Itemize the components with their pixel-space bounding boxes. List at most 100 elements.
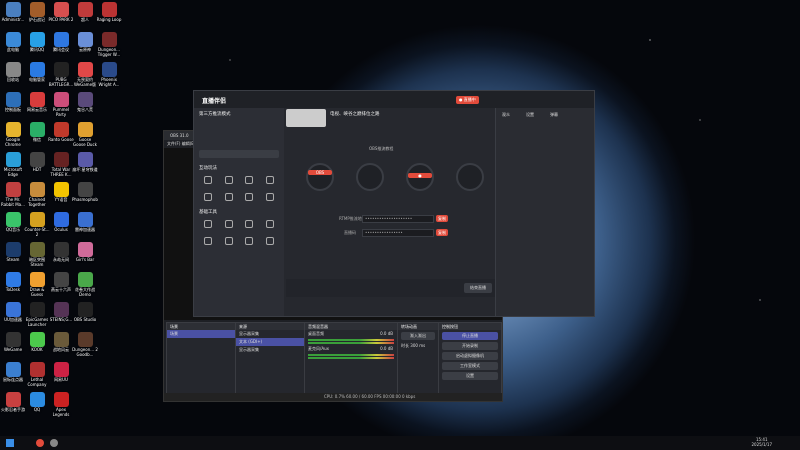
desktop-icon[interactable]: KOOK <box>24 332 50 362</box>
desktop-icon[interactable]: Raging Loop <box>96 2 122 32</box>
tool-icon[interactable] <box>240 191 259 206</box>
add-source-button[interactable] <box>199 150 279 158</box>
tool-icon[interactable] <box>220 191 239 206</box>
tool-icon[interactable] <box>199 218 218 233</box>
desktop-icon[interactable]: WeGame <box>0 332 26 362</box>
desktop-icon[interactable]: 腾讯QQ <box>24 32 50 62</box>
virtual-camera-button[interactable]: 启动虚拟摄像机 <box>442 352 498 360</box>
desktop-icon[interactable]: 网易UU <box>48 362 74 392</box>
desktop-icon[interactable]: 燕云十六声 <box>48 272 74 302</box>
audio-meter <box>308 354 394 356</box>
desktop-icon[interactable]: 鬼谷八荒 <box>72 92 98 122</box>
obs-taskbar-icon[interactable] <box>50 439 58 447</box>
duration-row[interactable]: 时长 300 ms <box>398 342 438 350</box>
tool-icon[interactable] <box>261 218 280 233</box>
desktop-icon[interactable]: Draw & Guess <box>24 272 50 302</box>
desktop-icon[interactable]: Chained Together <box>24 182 50 212</box>
desktop-icon[interactable]: 雷神加速器 <box>72 212 98 242</box>
desktop-icon[interactable]: PICO PARK 2 <box>48 2 74 32</box>
desktop-icon[interactable]: ToDesk <box>0 272 26 302</box>
desktop-icon[interactable]: 花卷大作战 Demo <box>72 272 98 302</box>
tool-icon[interactable] <box>240 218 259 233</box>
desktop-icon[interactable]: Counter-St... 2 <box>24 212 50 242</box>
desktop-icon[interactable]: Administr... <box>0 2 26 32</box>
desktop-icon[interactable]: EpicGames Launcher <box>24 302 50 332</box>
desktop-icon[interactable]: Girl's Bar <box>72 242 98 272</box>
desktop-icon[interactable]: QQ <box>24 392 50 422</box>
app-icon <box>5 62 21 77</box>
source-item[interactable]: 显示器采集 <box>236 346 304 354</box>
source-item[interactable]: 文本 (GDI+) <box>236 338 304 346</box>
key-input[interactable]: •••••••••••••••• <box>362 229 434 237</box>
tool-icon[interactable] <box>240 174 259 189</box>
desktop-icon[interactable]: 电脑管家 <box>24 62 50 92</box>
desktop-icon[interactable]: Goose Goose Duck <box>72 122 98 152</box>
desktop-icon[interactable]: 崩坏:星穹铁道 <box>72 152 98 182</box>
tool-icon[interactable] <box>199 235 218 250</box>
desktop-icon[interactable]: PUBG BATTLEGR... <box>48 62 74 92</box>
desktop-icon[interactable]: 网易云音乐 <box>24 92 50 122</box>
tool-icon[interactable] <box>220 218 239 233</box>
desktop-icon[interactable]: Lethal Company <box>24 362 50 392</box>
desktop-icon[interactable]: Apex Legends <box>48 392 74 422</box>
stop-stream-button[interactable]: 停止直播 <box>442 332 498 340</box>
desktop-icon[interactable]: OBS Studio <box>72 302 98 332</box>
desktop-icon[interactable]: STEINS;G... <box>48 302 74 332</box>
desktop-icon[interactable]: Dungeon... 2 Goodb... <box>72 332 98 362</box>
desktop-icon[interactable]: QQ音乐 <box>0 212 26 242</box>
stream-cover[interactable] <box>286 109 326 127</box>
desktop-icon[interactable]: Pummel Party <box>48 92 74 122</box>
desktop-icon[interactable]: 腾讯会议 <box>48 32 74 62</box>
copy-button[interactable]: 复制 <box>436 229 448 236</box>
tool-icon[interactable] <box>240 235 259 250</box>
source-item[interactable]: 显示器采集 <box>236 330 304 338</box>
desktop-icon[interactable]: 无畏契约 WeGame版 <box>72 62 98 92</box>
tab-settings[interactable]: 设置 <box>526 112 534 118</box>
tab-audience[interactable]: 观众 <box>502 112 510 118</box>
tool-icon[interactable] <box>261 174 280 189</box>
scene-item[interactable]: 场景 <box>167 330 235 338</box>
desktop-icon[interactable]: 微信 <box>24 122 50 152</box>
server-input[interactable]: •••••••••••••••••••• <box>362 215 434 223</box>
desktop-icon[interactable]: 此电脑 <box>0 32 26 62</box>
desktop-icon[interactable]: 控制面板 <box>0 92 26 122</box>
desktop-icon[interactable]: Steam <box>0 242 26 272</box>
settings-button[interactable]: 设置 <box>442 372 498 380</box>
desktop-icon[interactable]: 鼠标连点器 <box>0 362 26 392</box>
desktop-icon[interactable]: 永劫无间 <box>48 242 74 272</box>
desktop-icon[interactable]: 超人 <box>72 2 98 32</box>
desktop-icon[interactable]: HDT <box>24 152 50 182</box>
desktop-icon[interactable]: Microsoft Edge <box>0 152 26 182</box>
tab-danmaku[interactable]: 弹幕 <box>550 112 558 118</box>
studio-mode-button[interactable]: 工作室模式 <box>442 362 498 370</box>
tool-icon[interactable] <box>220 235 239 250</box>
transition-select[interactable]: 渐入渐出 <box>401 332 435 340</box>
desktop-icon[interactable]: UU加速器 <box>0 302 26 332</box>
desktop-icon[interactable]: Google Chrome <box>0 122 26 152</box>
desktop-icon[interactable]: Ranto Goose <box>48 122 74 152</box>
end-live-button[interactable]: 结束直播 <box>464 283 492 293</box>
tool-icon[interactable] <box>220 174 239 189</box>
stream-app-taskbar-icon[interactable] <box>36 439 44 447</box>
desktop-icon[interactable]: The Mr. Rabbit Ma... <box>0 182 26 212</box>
desktop-icon[interactable]: Dungeon... Trigger W... <box>96 32 122 62</box>
desktop-icon[interactable]: 云原神 <box>72 32 98 62</box>
desktop-icon[interactable]: 火影忍者手游 <box>0 392 26 422</box>
desktop-icon[interactable]: Phasmophobia <box>72 182 98 212</box>
tool-icon[interactable] <box>261 191 280 206</box>
start-icon[interactable] <box>6 439 14 447</box>
tool-icon[interactable] <box>261 235 280 250</box>
desktop-icon[interactable]: Phoenix Wright A... <box>96 62 122 92</box>
start-record-button[interactable]: 开始录制 <box>442 342 498 350</box>
tool-icon[interactable] <box>199 191 218 206</box>
desktop-icon[interactable]: 暗区突围Steam <box>24 242 50 272</box>
desktop-icon[interactable]: Total War THREE K... <box>48 152 74 182</box>
tool-icon[interactable] <box>199 174 218 189</box>
desktop-icon[interactable]: 战地风云 <box>48 332 74 362</box>
desktop-icon[interactable]: 回收站 <box>0 62 26 92</box>
desktop-icon[interactable]: 炉石战记 <box>24 2 50 32</box>
stream-app-window[interactable]: 直播伴侣 ● 直播中 第三方推流模式 互动玩法 基础工具 电视、峡谷之巅排位之路… <box>193 90 595 317</box>
copy-button[interactable]: 复制 <box>436 215 448 222</box>
desktop-icon[interactable]: Oculus <box>48 212 74 242</box>
desktop-icon[interactable]: YY语音 <box>48 182 74 212</box>
